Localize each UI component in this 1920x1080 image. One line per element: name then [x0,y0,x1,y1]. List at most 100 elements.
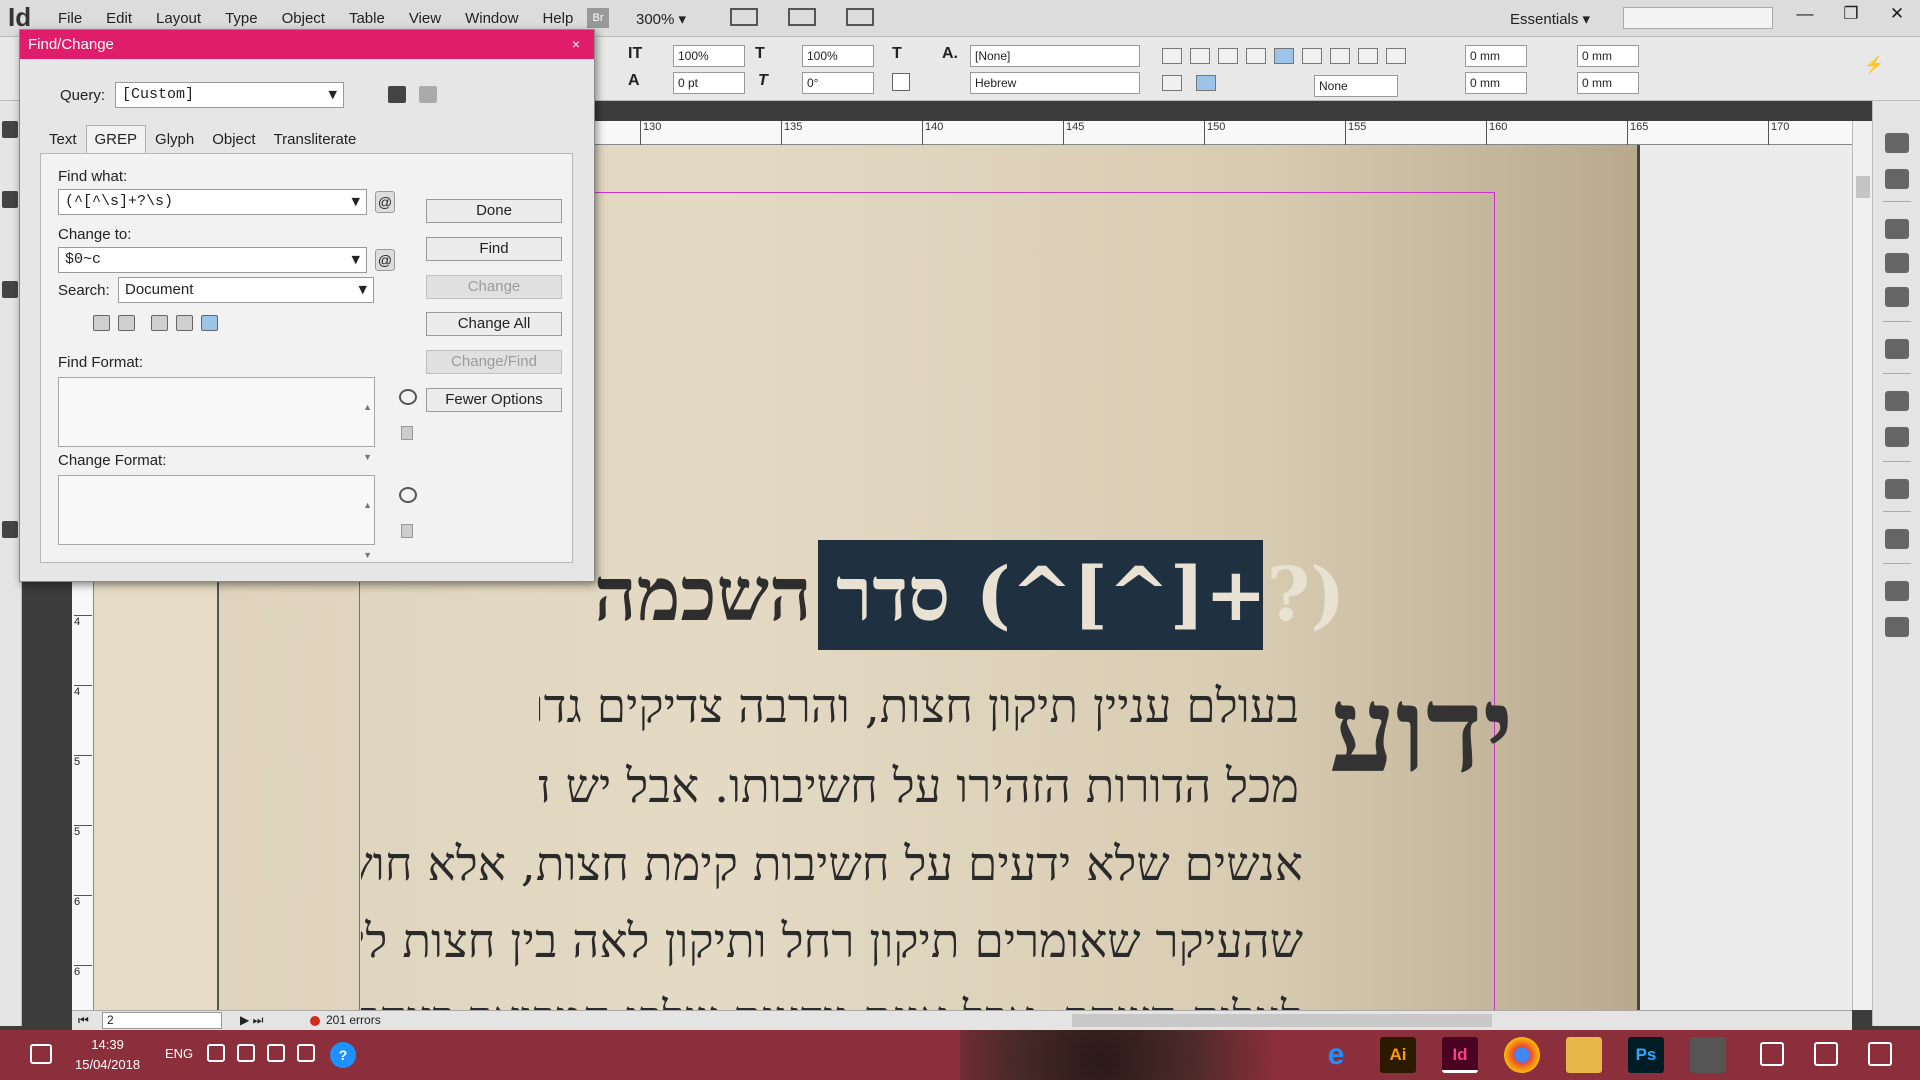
include-footnotes-icon[interactable] [201,315,218,331]
justify-right-icon[interactable] [1302,48,1322,64]
tab-glyph[interactable]: Glyph [146,125,203,153]
menu-file[interactable]: File [58,10,82,27]
zoom-level[interactable]: 300% ▾ [636,10,686,28]
indesign-icon[interactable]: Id [1442,1037,1478,1073]
include-hidden-layers-icon[interactable] [151,315,168,331]
stroke-panel-icon[interactable] [1885,253,1909,273]
tab-grep[interactable]: GREP [85,125,147,153]
input-language[interactable]: ENG [165,1046,193,1061]
next-page-icon[interactable]: ▶ ⏭ [240,1011,263,1029]
change-to-input[interactable]: $0~c ▼ [58,247,367,273]
align-left-icon[interactable] [1162,48,1182,64]
arrange-documents-icon[interactable] [846,8,874,26]
find-what-input[interactable]: (^[^\s]+?\s) ▼ [58,189,367,215]
special-characters-find-icon[interactable]: @ [375,191,395,213]
horizontal-scroll-thumb[interactable] [1072,1014,1492,1027]
justify-all-icon[interactable] [1274,48,1294,64]
done-button[interactable]: Done [426,199,562,223]
workspace-switcher[interactable]: Essentials ▾ [1510,10,1590,28]
menu-type[interactable]: Type [225,10,258,27]
clear-find-format-icon[interactable] [401,426,413,440]
menu-layout[interactable]: Layout [156,10,201,27]
scroll-thumb[interactable] [1856,176,1870,198]
menu-window[interactable]: Window [465,10,518,27]
change-button[interactable]: Change [426,275,562,299]
fill-icon[interactable]: T [892,45,902,63]
rtl-direction-icon[interactable] [1196,75,1216,91]
query-select[interactable]: [Custom] ▼ [115,82,344,108]
save-query-icon[interactable] [388,86,406,103]
find-button[interactable]: Find [426,237,562,261]
file-explorer-icon[interactable] [1566,1037,1602,1073]
minimize-icon[interactable]: — [1782,0,1828,30]
ltr-direction-icon[interactable] [1162,75,1182,91]
screen-mode-icon[interactable] [788,8,816,26]
align-away-spine-icon[interactable] [1386,48,1406,64]
tab-object[interactable]: Object [203,125,264,153]
language-select[interactable]: Hebrew [970,72,1140,94]
right-indent-field[interactable]: 0 mm [1577,45,1639,67]
type-tool-icon[interactable] [2,191,18,208]
bridge-button[interactable]: Br [587,8,609,28]
page-number-field[interactable]: 2 [102,1012,222,1029]
volume-icon[interactable] [207,1044,225,1062]
tab-transliterate[interactable]: Transliterate [265,125,366,153]
view-options-icon[interactable] [730,8,758,26]
close-window-icon[interactable]: ✕ [1874,0,1920,30]
horizontal-scale-field[interactable]: 100% [802,45,874,67]
preview-panel-icon[interactable] [1885,529,1909,549]
tab-text[interactable]: Text [40,125,86,153]
menu-table[interactable]: Table [349,10,385,27]
table-panel-icon[interactable] [1885,339,1909,359]
dialog-close-icon[interactable]: × [566,35,586,54]
delete-query-icon[interactable] [419,86,437,103]
quick-apply-icon[interactable]: ⚡ [1864,55,1884,75]
character-styles-icon[interactable] [1885,391,1909,411]
clear-change-format-icon[interactable] [401,524,413,538]
store-icon[interactable] [1690,1037,1726,1073]
task-view-icon[interactable] [1760,1042,1784,1066]
change-all-button[interactable]: Change All [426,312,562,336]
restore-icon[interactable]: ❐ [1828,0,1874,30]
change-format-box[interactable]: ▲ ▼ [58,475,375,560]
scripts-panel-icon[interactable] [1885,581,1909,601]
left-indent-field[interactable]: 0 mm [1465,45,1527,67]
windows-start-icon[interactable] [1868,1042,1892,1066]
baseline-shift-field[interactable]: 0 pt [673,72,745,94]
special-characters-change-icon[interactable]: @ [375,249,395,271]
paragraph-styles-icon[interactable] [1885,427,1909,447]
menu-help[interactable]: Help [542,10,573,27]
fill-stroke-icon[interactable] [2,521,18,538]
edge-icon[interactable]: e [1318,1037,1354,1073]
character-style-select[interactable]: [None] [970,45,1140,67]
include-locked-layers-icon[interactable] [93,315,110,331]
pen-tool-icon[interactable] [2,281,18,298]
align-spine-icon[interactable] [1358,48,1378,64]
book-panel-icon[interactable] [1885,617,1909,637]
space-after-field[interactable]: 0 mm [1577,72,1639,94]
search-scope-select[interactable]: Document ▼ [118,277,374,303]
show-hidden-icon[interactable] [297,1044,315,1062]
specify-change-format-icon[interactable] [399,487,417,503]
photoshop-icon[interactable]: Ps [1628,1037,1664,1073]
pages-panel-icon[interactable] [1885,133,1909,153]
menu-edit[interactable]: Edit [106,10,132,27]
vertical-scale-field[interactable]: 100% [673,45,745,67]
wifi-icon[interactable] [267,1044,285,1062]
preflight-status[interactable]: 201 errors [326,1011,381,1029]
first-page-icon[interactable]: ⏮ [78,1011,89,1029]
dialog-titlebar[interactable]: Find/Change [20,30,594,59]
skew-field[interactable]: 0° [802,72,874,94]
specify-find-format-icon[interactable] [399,389,417,405]
help-icon[interactable]: ? [330,1042,356,1068]
stroke-none-icon[interactable] [892,73,910,91]
battery-icon[interactable] [237,1044,255,1062]
heading-line[interactable]: השכמה סדר (^[^]+?) [594,540,1424,650]
swatches-panel-icon[interactable] [1885,287,1909,307]
menu-view[interactable]: View [409,10,441,27]
find-format-box[interactable]: ▲ ▼ [58,377,375,462]
first-line-indent-field[interactable]: 0 mm [1465,72,1527,94]
chrome-icon[interactable] [1504,1037,1540,1073]
align-right-icon[interactable] [1218,48,1238,64]
action-center-icon[interactable] [30,1044,52,1064]
